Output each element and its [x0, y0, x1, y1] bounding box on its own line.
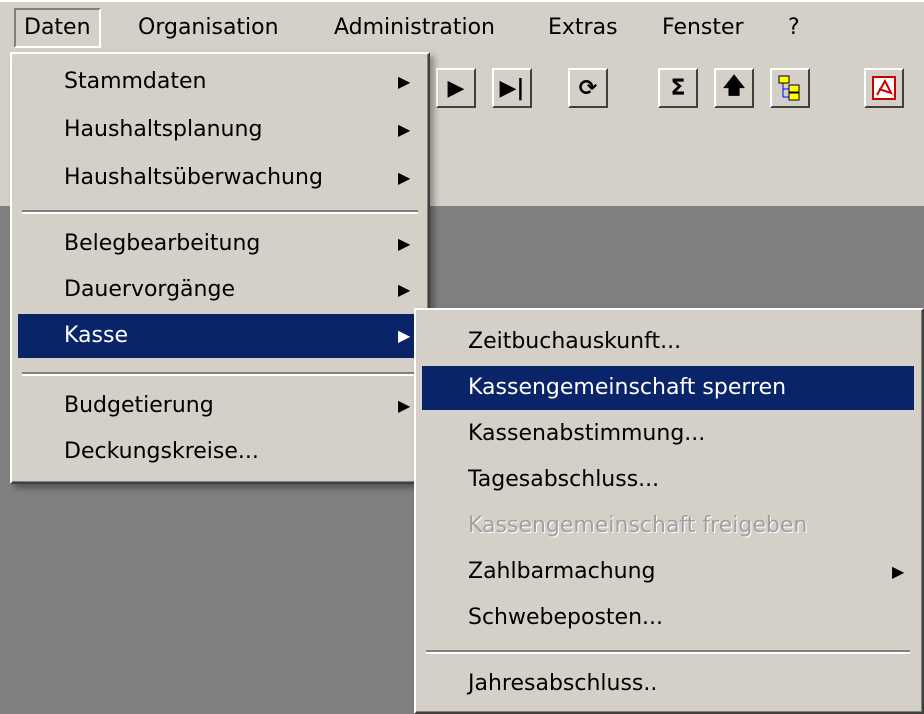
- menu-separator: [426, 650, 910, 654]
- menu-item-kassengemeinschaft-freigeben: Kassengemeinschaft freigeben: [422, 504, 914, 548]
- menubar: Daten Organisation Administration Extras…: [0, 0, 924, 60]
- submenu-arrow-icon: ▶: [398, 396, 411, 415]
- submenu-arrow-icon: ▶: [398, 234, 411, 253]
- menu-separator: [22, 372, 418, 376]
- submenu-arrow-icon: ▶: [398, 168, 411, 187]
- kasse-submenu: Zeitbuchauskunft... Kassengemeinschaft s…: [414, 308, 924, 714]
- menu-item-zahlbarmachung[interactable]: Zahlbarmachung ▶: [422, 550, 914, 594]
- menu-item-label: Schwebeposten...: [468, 605, 664, 630]
- menu-item-dauervorgaenge[interactable]: Dauervorgänge ▶: [18, 268, 422, 312]
- menu-item-kasse[interactable]: Kasse ▶: [18, 314, 422, 358]
- pdf-icon[interactable]: [864, 68, 904, 108]
- menu-item-stammdaten[interactable]: Stammdaten ▶: [18, 60, 422, 104]
- menu-item-label: Dauervorgänge: [64, 277, 235, 302]
- menu-item-label: Jahresabschluss..: [468, 671, 658, 696]
- menu-item-belegbearbeitung[interactable]: Belegbearbeitung ▶: [18, 222, 422, 266]
- menu-item-tagesabschluss[interactable]: Tagesabschluss...: [422, 458, 914, 502]
- menu-item-label: Zahlbarmachung: [468, 559, 656, 584]
- menu-fenster[interactable]: Fenster: [654, 8, 752, 48]
- menu-item-zeitbuchauskunft[interactable]: Zeitbuchauskunft...: [422, 320, 914, 364]
- menu-item-label: Haushaltsplanung: [64, 117, 263, 142]
- menu-separator: [22, 210, 418, 214]
- menu-item-kassenabstimmung[interactable]: Kassenabstimmung...: [422, 412, 914, 456]
- menu-item-haushaltsueberwachung[interactable]: Haushaltsüberwachung ▶: [18, 156, 422, 200]
- menu-item-kassengemeinschaft-sperren[interactable]: Kassengemeinschaft sperren: [422, 366, 914, 410]
- submenu-arrow-icon: ▶: [398, 120, 411, 139]
- menu-administration[interactable]: Administration: [326, 8, 503, 48]
- submenu-arrow-icon: ▶: [398, 72, 411, 91]
- sum-icon[interactable]: Σ: [658, 68, 698, 108]
- up-arrow-icon[interactable]: 🡅: [714, 68, 754, 108]
- menu-item-haushaltsplanung[interactable]: Haushaltsplanung ▶: [18, 108, 422, 152]
- menu-item-label: Tagesabschluss...: [468, 467, 660, 492]
- menu-item-label: Kassengemeinschaft sperren: [468, 375, 787, 400]
- tree-icon[interactable]: [770, 68, 810, 108]
- play-next-icon[interactable]: ▶: [436, 68, 476, 108]
- menu-item-jahresabschluss[interactable]: Jahresabschluss..: [422, 662, 914, 706]
- menu-item-deckungskreise[interactable]: Deckungskreise...: [18, 430, 422, 474]
- menu-organisation[interactable]: Organisation: [130, 8, 287, 48]
- refresh-icon[interactable]: ⟳: [568, 68, 608, 108]
- menu-item-label: Belegbearbeitung: [64, 231, 261, 256]
- skip-last-icon[interactable]: ▶|: [492, 68, 532, 108]
- menu-item-label: Zeitbuchauskunft...: [468, 329, 682, 354]
- menu-item-label: Budgetierung: [64, 393, 214, 418]
- menu-item-label: Kassengemeinschaft freigeben: [468, 513, 808, 538]
- menu-item-budgetierung[interactable]: Budgetierung ▶: [18, 384, 422, 428]
- menu-item-schwebeposten[interactable]: Schwebeposten...: [422, 596, 914, 640]
- menu-item-label: Stammdaten: [64, 69, 207, 94]
- menu-extras[interactable]: Extras: [540, 8, 626, 48]
- menu-item-label: Kassenabstimmung...: [468, 421, 706, 446]
- menu-help[interactable]: ?: [780, 8, 808, 48]
- submenu-arrow-icon: ▶: [892, 562, 905, 581]
- menu-item-label: Kasse: [64, 323, 128, 348]
- menu-daten[interactable]: Daten: [14, 8, 101, 48]
- submenu-arrow-icon: ▶: [398, 280, 411, 299]
- daten-menu: Stammdaten ▶ Haushaltsplanung ▶ Haushalt…: [10, 52, 430, 484]
- menu-item-label: Deckungskreise...: [64, 439, 259, 464]
- menu-item-label: Haushaltsüberwachung: [64, 165, 323, 190]
- submenu-arrow-icon: ▶: [398, 326, 411, 345]
